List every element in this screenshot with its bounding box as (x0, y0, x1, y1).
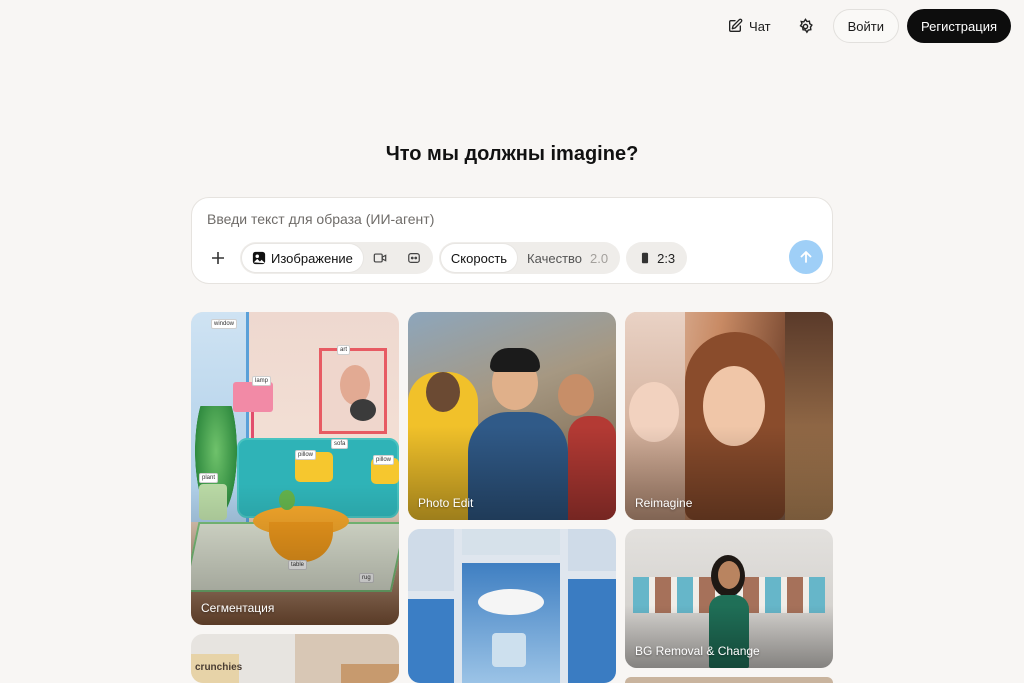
tile-shape (408, 529, 454, 591)
gear-icon (799, 17, 813, 33)
speed-tab[interactable]: Скорость (440, 244, 518, 272)
aspect-ratio-label: 2:3 (657, 250, 676, 266)
gallery-card-peek[interactable] (625, 677, 833, 683)
gallery-card-flowers[interactable] (408, 529, 616, 683)
gallery-card-segmentation[interactable]: window art lamp sofa pillow pillow plant… (191, 312, 399, 625)
send-button[interactable] (789, 240, 823, 274)
tile-shape (568, 579, 616, 683)
top-bar: Чат Войти Регистрация (717, 9, 1011, 43)
segmentation-tag: lamp (252, 376, 272, 386)
art-frame-shape (319, 348, 387, 434)
phone-ratio-icon (642, 252, 649, 264)
mode-agent-tab[interactable] (397, 244, 431, 272)
card-shade (625, 605, 833, 668)
mode-image-label: Изображение (271, 250, 353, 266)
plus-icon (212, 252, 224, 264)
person-face-shape (718, 561, 740, 589)
add-attachment-button[interactable] (202, 242, 234, 274)
crunchies-text: crunchies (195, 662, 243, 673)
segmentation-tag: pillow (373, 455, 395, 465)
gallery-card-photo-edit[interactable]: Photo Edit (408, 312, 616, 520)
card-label: Reimagine (635, 496, 693, 510)
gallery-card-crunchies[interactable]: crunchies (191, 634, 399, 683)
card-label: Photo Edit (418, 496, 474, 510)
gallery-card-bg-removal[interactable]: BG Removal & Change (625, 529, 833, 668)
card-label: BG Removal & Change (635, 644, 760, 658)
tile-shape (408, 599, 454, 683)
card-label: Сегментация (201, 601, 275, 615)
page-title: Что мы должны imagine? (385, 143, 639, 165)
gallery-card-reimagine[interactable]: Reimagine (625, 312, 833, 520)
prompt-toolbar: Изображение Скорость Качество 2.0 2:3 (202, 242, 688, 274)
mode-video-tab[interactable] (363, 244, 397, 272)
settings-button[interactable] (789, 9, 823, 43)
flower-shape (478, 589, 544, 615)
quality-version: 2.0 (590, 250, 609, 266)
mode-image-tab[interactable]: Изображение (242, 244, 363, 272)
speed-quality-switcher: Скорость Качество 2.0 (438, 242, 621, 274)
tile-shape (462, 529, 560, 555)
mode-switcher: Изображение (240, 242, 433, 274)
bot-icon (408, 253, 420, 263)
segmentation-tag: pillow (295, 450, 317, 460)
segmentation-tag: sofa (331, 439, 349, 449)
edit-icon (729, 18, 743, 32)
page: Чат Войти Регистрация Что мы должны imag… (0, 0, 1024, 683)
package-shape-2 (341, 664, 399, 683)
lamp-shape (233, 382, 273, 412)
prompt-box: Изображение Скорость Качество 2.0 2:3 (191, 197, 833, 284)
chat-button[interactable]: Чат (717, 9, 781, 43)
arrow-up-icon (800, 251, 812, 263)
jar-shape (492, 633, 526, 667)
segmentation-tag: window (211, 319, 238, 329)
face-shape-3 (558, 374, 594, 416)
hair-shape (490, 348, 540, 372)
face-shape (426, 372, 460, 412)
segmentation-tag: art (337, 345, 351, 355)
signup-button[interactable]: Регистрация (907, 9, 1011, 43)
tile-shape (568, 529, 616, 571)
video-icon (373, 253, 387, 263)
chat-label: Чат (749, 18, 771, 34)
quality-tab[interactable]: Качество 2.0 (517, 244, 618, 272)
segmentation-tag: plant (199, 473, 219, 483)
aspect-ratio-button[interactable]: 2:3 (628, 244, 685, 272)
aspect-ratio-picker[interactable]: 2:3 (626, 242, 688, 274)
prompt-input[interactable] (207, 211, 807, 227)
image-icon (252, 251, 266, 265)
login-button[interactable]: Войти (832, 9, 899, 43)
quality-label: Качество (527, 250, 583, 266)
